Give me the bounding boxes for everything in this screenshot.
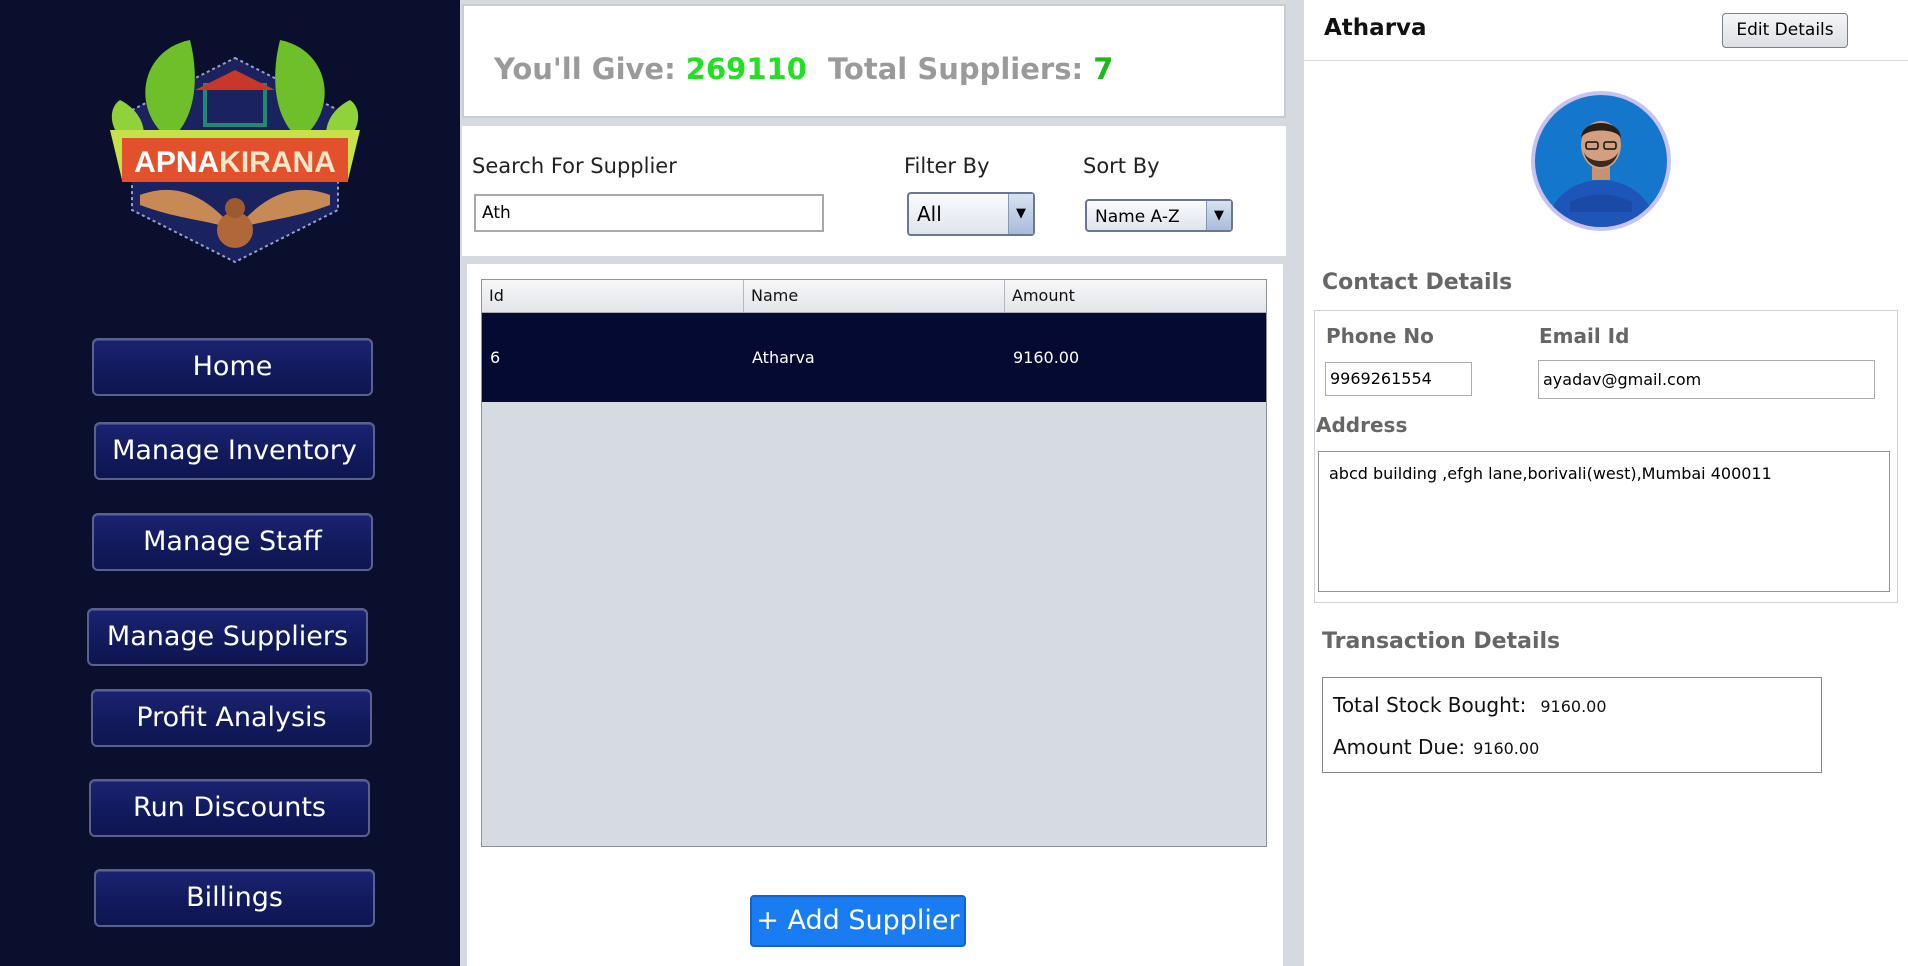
phone-label: Phone No xyxy=(1326,324,1434,348)
address-label: Address xyxy=(1316,413,1408,437)
nav-run-discounts-button[interactable]: Run Discounts xyxy=(89,779,370,837)
detail-header: Atharva Edit Details xyxy=(1304,0,1908,61)
supplier-name: Atharva xyxy=(1324,15,1427,41)
filter-label: Filter By xyxy=(904,154,990,178)
stock-value: 9160.00 xyxy=(1540,697,1607,716)
cell-name: Atharva xyxy=(752,348,815,367)
sort-dropdown[interactable]: Name A-Z ▼ xyxy=(1085,199,1233,232)
nav-manage-inventory-button[interactable]: Manage Inventory xyxy=(94,422,375,480)
summary-panel: You'll Give: 269110 Total Suppliers: 7 xyxy=(462,4,1286,118)
table-row[interactable]: 6 Atharva 9160.00 xyxy=(482,313,1266,402)
add-supplier-button[interactable]: + Add Supplier xyxy=(750,895,966,947)
suppliers-value: 7 xyxy=(1093,52,1114,86)
give-value: 269110 xyxy=(685,52,807,86)
chevron-down-icon: ▼ xyxy=(1008,194,1033,234)
due-value: 9160.00 xyxy=(1473,739,1540,758)
svg-text:APNAKIRANA: APNAKIRANA xyxy=(134,146,336,179)
sort-value: Name A-Z xyxy=(1095,207,1180,227)
transaction-details-box: Total Stock Bought: 9160.00 Amount Due: 91… xyxy=(1322,677,1822,773)
nav-home-button[interactable]: Home xyxy=(92,338,373,396)
cell-amount: 9160.00 xyxy=(1013,348,1080,367)
stock-label: Total Stock Bought: xyxy=(1333,693,1527,717)
filter-value: All xyxy=(917,202,942,226)
suppliers-label: Total Suppliers: xyxy=(828,52,1084,86)
panel-divider xyxy=(1286,0,1302,966)
supplier-detail-panel: Atharva Edit Details Contact Details Pho… xyxy=(1304,0,1908,966)
edit-details-button[interactable]: Edit Details xyxy=(1722,13,1848,48)
sort-label: Sort By xyxy=(1083,154,1160,178)
nav-billings-button[interactable]: Billings xyxy=(94,869,375,927)
transaction-details-title: Transaction Details xyxy=(1322,629,1561,654)
total-stock-line: Total Stock Bought: 9160.00 xyxy=(1333,693,1607,717)
phone-field[interactable]: 9969261554 xyxy=(1325,362,1472,396)
logo-text-kirana: KIRANA xyxy=(219,146,336,179)
due-label: Amount Due: xyxy=(1333,735,1466,759)
column-header-amount[interactable]: Amount xyxy=(1005,280,1266,312)
nav-manage-staff-button[interactable]: Manage Staff xyxy=(92,513,373,571)
chevron-down-icon: ▼ xyxy=(1206,201,1231,230)
cell-id: 6 xyxy=(490,348,501,367)
you-will-give: You'll Give: 269110 xyxy=(494,52,807,86)
give-label: You'll Give: xyxy=(494,52,676,86)
nav-profit-analysis-button[interactable]: Profit Analysis xyxy=(91,689,372,747)
address-field[interactable]: abcd building ,efgh lane,borivali(west),… xyxy=(1318,451,1890,592)
filter-dropdown[interactable]: All ▼ xyxy=(907,192,1035,236)
column-header-id[interactable]: Id xyxy=(482,280,744,312)
contact-details-title: Contact Details xyxy=(1322,270,1513,295)
sidebar: APNAKIRANA Home Manage Inventory Manage … xyxy=(0,0,460,966)
search-filter-area: Search For Supplier Ath Filter By All ▼ … xyxy=(462,126,1286,256)
supplier-table[interactable]: Id Name Amount 6 Atharva 9160.00 xyxy=(481,279,1267,847)
email-field[interactable]: ayadav@gmail.com xyxy=(1538,360,1875,399)
search-label: Search For Supplier xyxy=(472,154,677,178)
column-header-name[interactable]: Name xyxy=(744,280,1005,312)
avatar xyxy=(1531,91,1671,231)
nav-manage-suppliers-button[interactable]: Manage Suppliers xyxy=(87,608,368,666)
total-suppliers: Total Suppliers: 7 xyxy=(828,52,1113,86)
logo-text-apna: APNA xyxy=(134,146,219,179)
search-input[interactable]: Ath xyxy=(474,194,824,232)
amount-due-line: Amount Due: 9160.00 xyxy=(1333,735,1539,759)
apnakirana-logo: APNAKIRANA xyxy=(110,40,360,264)
table-header: Id Name Amount xyxy=(482,280,1266,313)
table-container: Id Name Amount 6 Atharva 9160.00 xyxy=(467,264,1283,966)
email-label: Email Id xyxy=(1539,324,1630,348)
